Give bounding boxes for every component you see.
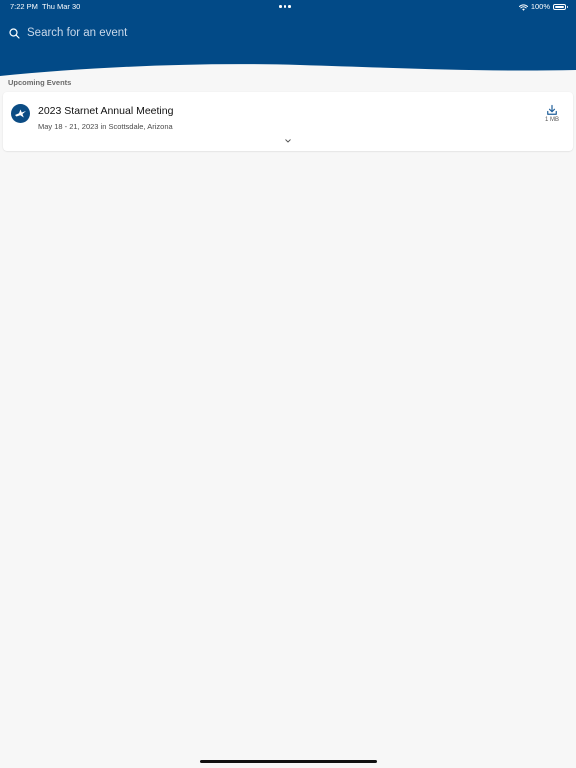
header-wave <box>0 64 576 78</box>
download-icon <box>547 104 557 115</box>
wifi-icon <box>518 3 528 11</box>
starnet-logo-icon <box>11 104 30 123</box>
multitasking-dots-icon[interactable] <box>279 5 291 8</box>
battery-fill <box>555 6 564 8</box>
battery-percent: 100% <box>530 2 550 11</box>
home-indicator[interactable] <box>200 760 377 763</box>
download-size: 1 MB <box>544 117 559 123</box>
event-subtitle: May 18 - 21, 2023 in Scottsdale, Arizona <box>38 122 173 131</box>
starnet-logo-mark <box>15 109 26 118</box>
download-button[interactable]: 1 MB <box>543 104 561 123</box>
status-bar: 7:22 PM Thu Mar 30 100% <box>0 0 576 14</box>
chevron-down-icon[interactable] <box>284 138 292 144</box>
event-title[interactable]: 2023 Starnet Annual Meeting <box>38 105 173 117</box>
search-input[interactable] <box>27 27 387 39</box>
event-card[interactable]: 2023 Starnet Annual Meeting May 18 - 21,… <box>3 92 573 151</box>
battery-icon <box>553 4 568 10</box>
search-bar[interactable] <box>9 24 409 42</box>
section-heading-upcoming-events: Upcoming Events <box>8 78 72 87</box>
status-time: 7:22 PM <box>10 2 38 11</box>
status-indicators: 100% <box>518 0 568 14</box>
status-date: Thu Mar 30 <box>42 2 81 11</box>
search-icon <box>9 27 20 39</box>
